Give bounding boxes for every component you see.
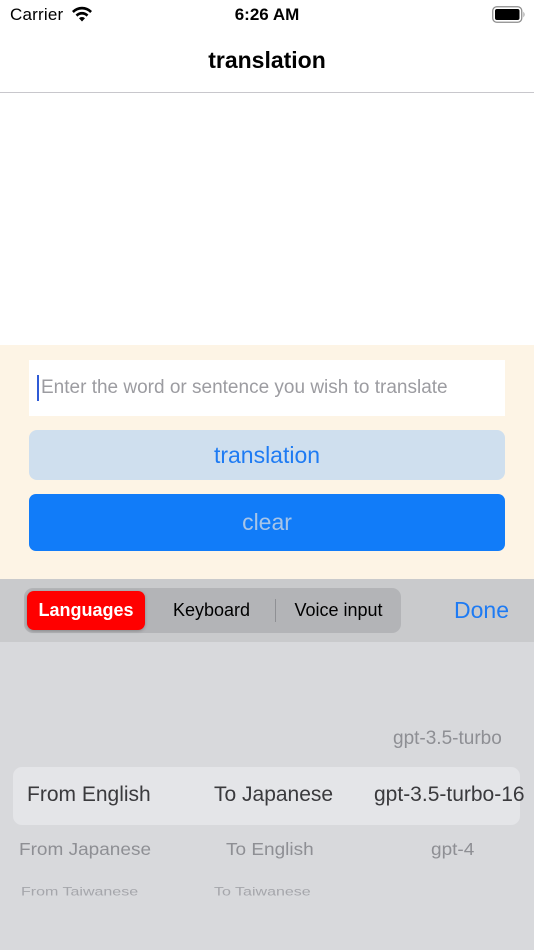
segment-languages[interactable]: Languages — [27, 591, 145, 630]
input-accessory-toolbar: Languages Keyboard Voice input Done — [0, 579, 534, 642]
input-placeholder: Enter the word or sentence you wish to t… — [41, 377, 448, 398]
clock-time: 6:26 AM — [234, 5, 300, 24]
done-button[interactable]: Done — [454, 597, 509, 624]
to-language-option[interactable]: To Japanese — [214, 783, 333, 807]
battery-icon — [492, 6, 525, 23]
translation-input[interactable]: Enter the word or sentence you wish to t… — [29, 360, 505, 416]
to-language-option[interactable]: To Taiwanese — [214, 886, 311, 899]
segment-voice-input[interactable]: Voice input — [276, 591, 401, 630]
to-language-option[interactable]: To English — [226, 840, 314, 860]
input-mode-segmented-control: Languages Keyboard Voice input — [24, 588, 401, 633]
from-language-option[interactable]: From Taiwanese — [21, 886, 138, 899]
from-language-option[interactable]: From Japanese — [19, 840, 151, 860]
page-title: translation — [208, 47, 326, 73]
translation-panel: Enter the word or sentence you wish to t… — [0, 345, 534, 579]
model-option[interactable]: gpt-3.5-turbo — [393, 728, 502, 750]
navigation-bar: translation — [0, 30, 534, 93]
clear-button[interactable]: clear — [29, 494, 505, 551]
from-language-option[interactable]: From English — [27, 783, 151, 807]
status-bar: Carrier 6:26 AM — [0, 0, 534, 30]
text-cursor — [37, 375, 39, 401]
segment-keyboard[interactable]: Keyboard — [149, 591, 274, 630]
language-model-picker[interactable]: gpt-3.5-turbo From English To Japanese g… — [0, 642, 534, 950]
model-option[interactable]: gpt-3.5-turbo-16 — [374, 783, 525, 807]
model-option[interactable]: gpt-4 — [431, 840, 474, 860]
translate-button[interactable]: translation — [29, 430, 505, 480]
